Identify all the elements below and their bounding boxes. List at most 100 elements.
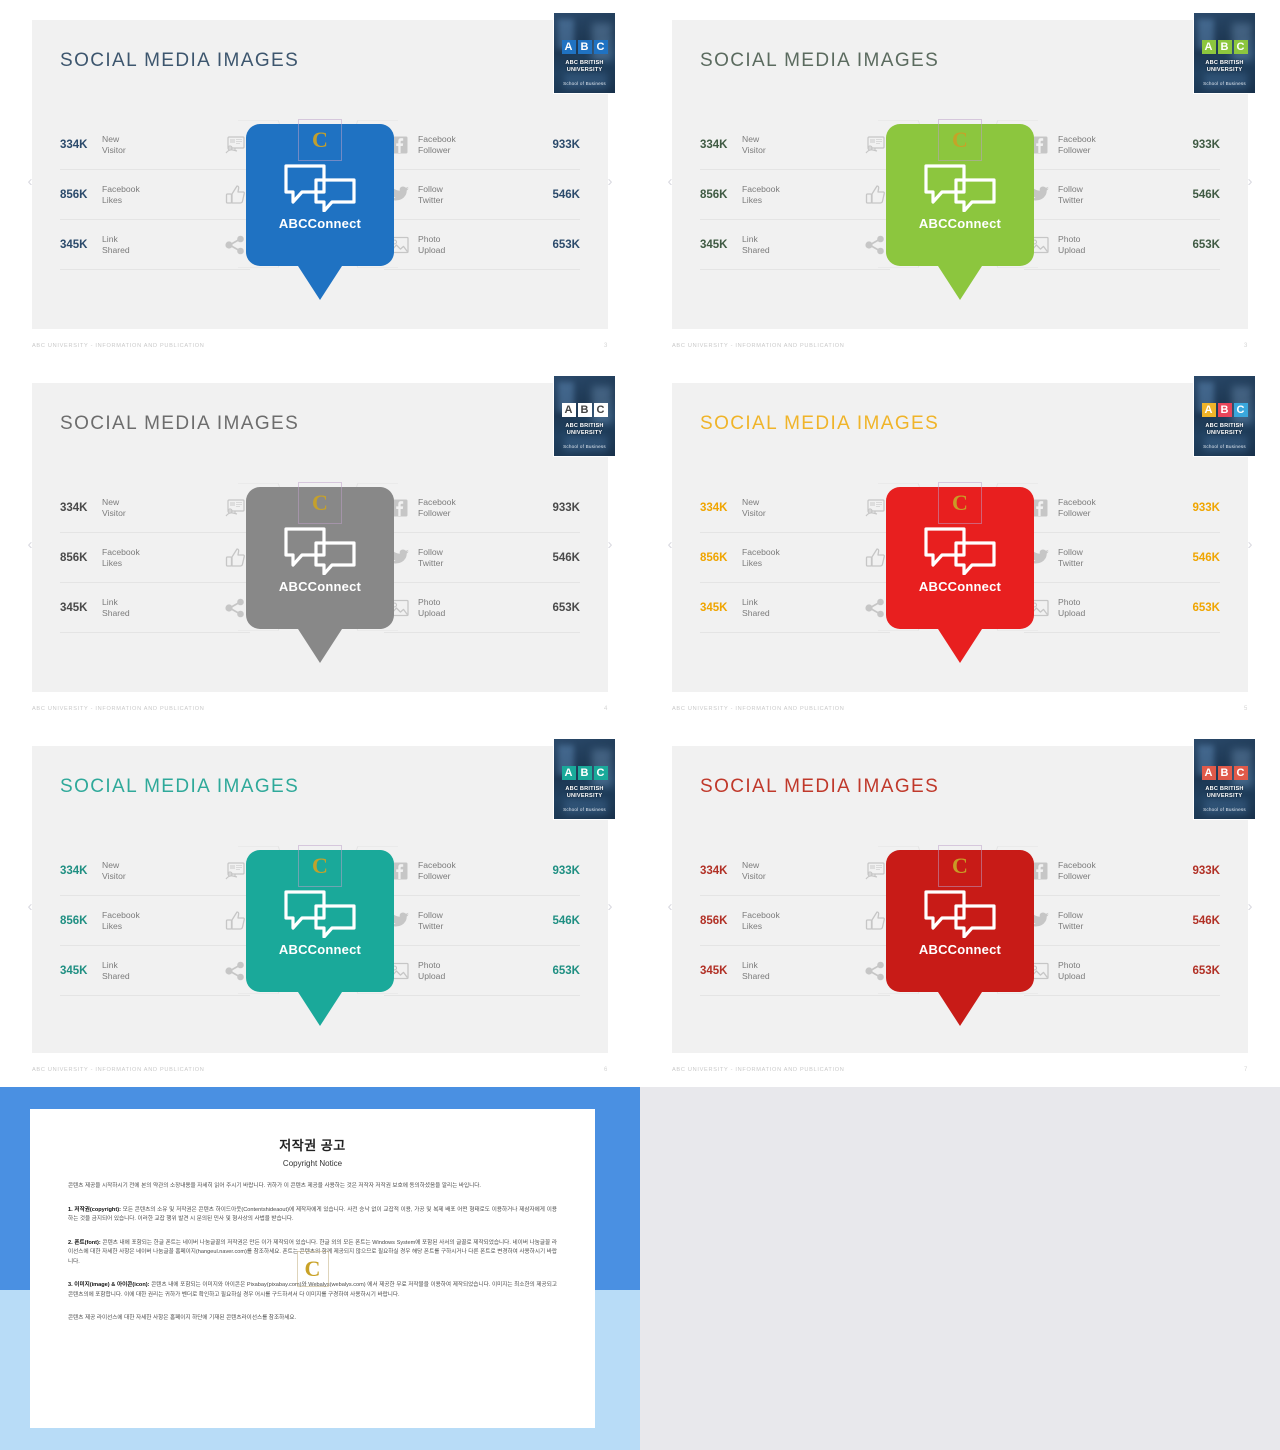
logo-university-name: ABC BRITISH UNIVERSITY	[565, 786, 604, 799]
slide-red[interactable]: ‹ › SOCIAL MEDIA IMAGES A B C ABC BRITIS…	[640, 726, 1280, 1087]
brand-name-label: ABCConnect	[278, 578, 362, 594]
stat-row: 856K Facebook Likes	[700, 170, 890, 220]
stat-label: New Visitor	[742, 496, 766, 518]
stat-row: Facebook Follower 933K	[1024, 846, 1220, 896]
copyright-intro: 콘텐츠 제공을 시작하시기 전에 본의 약관의 소장내용을 자세히 읽어 주시기…	[68, 1183, 481, 1189]
slide-thumbnail-grid: ‹ › SOCIAL MEDIA IMAGES A B C ABC BRITIS…	[0, 0, 1280, 1450]
stat-value: 653K	[1192, 601, 1221, 614]
badge-watermark: C	[938, 119, 982, 161]
stat-value: 334K	[60, 864, 88, 877]
logo-abc-letters: A B C	[1194, 766, 1255, 780]
stat-row: Photo Upload 653K	[384, 583, 580, 633]
stat-label: New Visitor	[102, 133, 126, 155]
logo-university-name: ABC BRITISH UNIVERSITY	[1205, 786, 1244, 799]
stat-value: 653K	[552, 238, 581, 251]
slide-green[interactable]: ‹ › SOCIAL MEDIA IMAGES A B C ABC BRITIS…	[640, 0, 1280, 363]
slide-footer: ABC UNIVERSITY - INFORMATION AND PUBLICA…	[672, 343, 1248, 349]
logo-letter-c: C	[1233, 766, 1248, 780]
page-number: 3	[603, 343, 608, 349]
right-stats-group: Facebook Follower 933K Follow Twitter 546K Pho…	[1024, 483, 1220, 633]
stat-row: Facebook Follower 933K	[1024, 483, 1220, 533]
stat-label: Facebook Likes	[742, 546, 780, 568]
badge-watermark: C	[938, 845, 982, 887]
stat-label: Facebook Likes	[102, 909, 140, 931]
stat-value: 345K	[700, 964, 728, 977]
stat-value: 653K	[552, 964, 581, 977]
stat-label: Follow Twitter	[418, 546, 444, 568]
stat-label: Follow Twitter	[1058, 909, 1084, 931]
slide-content-panel: SOCIAL MEDIA IMAGES A B C ABC BRITISH UNI…	[32, 12, 616, 329]
stat-row: Photo Upload 653K	[384, 946, 580, 996]
badge-pointer-tail	[938, 266, 982, 300]
logo-letter-c: C	[1233, 40, 1248, 54]
copyright-clause-1: 1. 저작권(copyright): 모든 콘텐츠의 소유 및 저작권은 콘텐츠…	[68, 1206, 557, 1225]
logo-school-subtitle: School of Business	[1203, 81, 1246, 86]
badge-pointer-tail	[938, 629, 982, 663]
page-title: SOCIAL MEDIA IMAGES	[60, 776, 300, 797]
brand-badge[interactable]: C ABCConnect	[886, 845, 1034, 1026]
stat-value: 334K	[60, 501, 88, 514]
stat-label: New Visitor	[742, 133, 766, 155]
stat-row: 856K Facebook Likes	[700, 533, 890, 583]
stat-label: Facebook Follower	[1058, 133, 1096, 155]
badge-pointer-tail	[298, 992, 342, 1026]
center-badge-wrapper: C ABCConnect	[246, 845, 394, 1026]
slide-teal[interactable]: ‹ › SOCIAL MEDIA IMAGES A B C ABC BRITIS…	[0, 726, 640, 1087]
stat-label: Photo Upload	[418, 233, 446, 255]
logo-university-name: ABC BRITISH UNIVERSITY	[565, 60, 604, 73]
brand-badge[interactable]: C ABCConnect	[886, 482, 1034, 663]
logo-university-name: ABC BRITISH UNIVERSITY	[1205, 423, 1244, 436]
chat-bubbles-icon	[283, 523, 357, 575]
left-stats-group: 334K New Visitor 856K Facebook Likes 345K Link S…	[700, 483, 890, 633]
badge-watermark: C	[298, 845, 342, 887]
university-logo: A B C ABC BRITISH UNIVERSITY School of Bu…	[553, 12, 616, 94]
stat-row: 334K New Visitor	[60, 483, 250, 533]
slide-yellow[interactable]: ‹ › SOCIAL MEDIA IMAGES A B C ABC BRITIS…	[640, 363, 1280, 726]
stat-row: Facebook Follower 933K	[1024, 120, 1220, 170]
stat-value: 856K	[700, 188, 728, 201]
university-logo: A B C ABC BRITISH UNIVERSITY School of Bu…	[1193, 12, 1256, 94]
left-stats-group: 334K New Visitor 856K Facebook Likes 345K Link S…	[60, 846, 250, 996]
left-stats-group: 334K New Visitor 856K Facebook Likes 345K Link S…	[700, 846, 890, 996]
slide-gray[interactable]: ‹ › SOCIAL MEDIA IMAGES A B C ABC BRITIS…	[0, 363, 640, 726]
chat-bubbles-icon	[283, 160, 357, 212]
center-badge-wrapper: C ABCConnect	[886, 119, 1034, 300]
logo-school-subtitle: School of Business	[563, 807, 606, 812]
stat-label: Facebook Likes	[102, 183, 140, 205]
stat-value: 653K	[552, 601, 581, 614]
slide-footer: ABC UNIVERSITY - INFORMATION AND PUBLICA…	[672, 1067, 1248, 1073]
badge-watermark-letter: C	[298, 482, 342, 524]
page-number: 6	[603, 1067, 608, 1073]
slide-stage: ‹ › SOCIAL MEDIA IMAGES A B C ABC BRITIS…	[660, 369, 1260, 720]
slide-footer: ABC UNIVERSITY - INFORMATION AND PUBLICA…	[32, 1067, 608, 1073]
brand-badge[interactable]: C ABCConnect	[246, 119, 394, 300]
brand-badge[interactable]: C ABCConnect	[246, 482, 394, 663]
stat-row: 334K New Visitor	[700, 120, 890, 170]
stat-value: 933K	[552, 138, 581, 151]
stat-value: 345K	[700, 601, 728, 614]
badge-watermark-letter: C	[938, 482, 982, 524]
copyright-clause-3-title: 3. 이미지(image) & 아이콘(icon):	[68, 1282, 150, 1288]
page-title: SOCIAL MEDIA IMAGES	[60, 413, 300, 434]
brand-badge[interactable]: C ABCConnect	[246, 845, 394, 1026]
slide-blue[interactable]: ‹ › SOCIAL MEDIA IMAGES A B C ABC BRITIS…	[0, 0, 640, 363]
stat-row: 345K Link Shared	[60, 220, 250, 270]
stat-row: Photo Upload 653K	[1024, 946, 1220, 996]
stat-value: 345K	[60, 964, 88, 977]
stat-row: 334K New Visitor	[700, 846, 890, 896]
badge-pointer-tail	[298, 266, 342, 300]
stat-row: Follow Twitter 546K	[384, 896, 580, 946]
stat-value: 546K	[552, 914, 581, 927]
stat-value: 546K	[1192, 551, 1221, 564]
brand-badge[interactable]: C ABCConnect	[886, 119, 1034, 300]
stat-value: 856K	[700, 551, 728, 564]
logo-letter-a: A	[1201, 403, 1216, 417]
copyright-slide[interactable]: 저작권 공고 Copyright Notice 콘텐츠 제공을 시작하시기 전에 본…	[0, 1087, 640, 1450]
page-title: SOCIAL MEDIA IMAGES	[700, 413, 940, 434]
brand-name-label: ABCConnect	[278, 941, 362, 957]
right-stats-group: Facebook Follower 933K Follow Twitter 546K Pho…	[384, 120, 580, 270]
logo-abc-letters: A B C	[1194, 40, 1255, 54]
slide-stage: ‹ › SOCIAL MEDIA IMAGES A B C ABC BRITIS…	[20, 6, 620, 357]
page-number: 7	[1243, 1067, 1248, 1073]
copyright-outro: 콘텐츠 제공 라이선스에 대한 자세한 사항은 홈페이지 하단에 기재된 콘텐츠…	[68, 1315, 297, 1321]
